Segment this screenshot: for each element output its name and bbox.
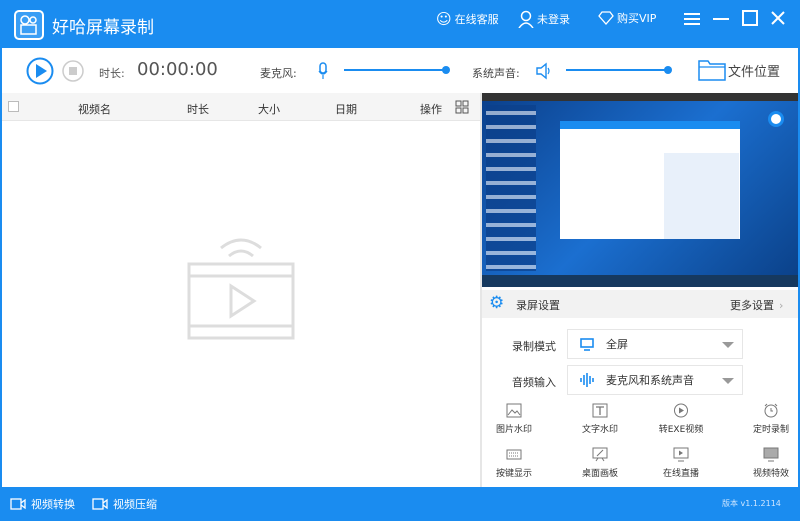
system-slider-handle[interactable] (664, 66, 672, 74)
chevron-down-icon (722, 342, 734, 348)
image-icon (506, 403, 522, 418)
version-label: 版本 v1.1.2114 (722, 499, 781, 508)
user-icon (518, 10, 534, 28)
minimize-icon[interactable] (713, 12, 729, 26)
settings-header: ⚙ 录屏设置 更多设置 › (482, 290, 798, 318)
menu-icon[interactable] (684, 12, 700, 26)
text-watermark-button[interactable]: 文字水印 (565, 403, 635, 435)
video-camera-icon (92, 498, 108, 510)
scheduled-record-button[interactable]: 定时录制 (736, 403, 800, 435)
convert-exe-button[interactable]: 转EXE视频 (646, 403, 716, 435)
system-volume-slider[interactable] (566, 66, 672, 74)
column-actions: 操作 (420, 103, 442, 116)
online-service-button[interactable]: ☺ 在线客服 (436, 10, 499, 28)
screen-preview (482, 93, 798, 287)
close-icon[interactable] (771, 11, 785, 25)
diamond-icon (598, 11, 614, 25)
mic-volume-slider[interactable] (344, 66, 450, 74)
mic-slider-handle[interactable] (442, 66, 450, 74)
monitor-icon (580, 337, 594, 351)
empty-video-icon (187, 238, 295, 340)
select-all-checkbox[interactable] (8, 101, 19, 112)
title-bar: 好哈屏幕录制 ☺ 在线客服 未登录 购买VIP (0, 0, 800, 48)
file-location-button[interactable]: 文件位置 (698, 58, 780, 82)
keyboard-icon (506, 449, 522, 460)
duration-label: 时长: (99, 67, 125, 80)
video-camera-icon (10, 498, 26, 510)
video-compress-button[interactable]: 视频压缩 (92, 496, 157, 512)
more-settings-link[interactable]: 更多设置 › (730, 297, 783, 313)
alarm-clock-icon (764, 403, 778, 418)
key-display-button[interactable]: 按键显示 (479, 447, 549, 479)
live-stream-button[interactable]: 在线直播 (646, 447, 716, 479)
column-date[interactable]: 日期 (335, 101, 357, 117)
buy-vip-button[interactable]: 购买VIP (598, 10, 656, 26)
mic-label: 麦克风: (260, 67, 297, 80)
record-mode-dropdown[interactable]: 全屏 (567, 329, 743, 359)
main-panel: 时长: 00:00:00 麦克风: 系统声音: 文件位置 视频名 时长 大小 日… (2, 48, 798, 487)
column-duration[interactable]: 时长 (187, 101, 209, 117)
desktop-drawing-button[interactable]: 桌面画板 (565, 447, 635, 479)
audio-input-dropdown[interactable]: 麦克风和系统声音 (567, 365, 743, 395)
stop-button[interactable] (62, 60, 84, 82)
column-size[interactable]: 大小 (258, 101, 280, 117)
maximize-icon[interactable] (742, 10, 758, 26)
play-circle-icon (674, 403, 688, 418)
drawing-board-icon (592, 447, 608, 462)
video-effects-button[interactable]: 视频特效 (736, 447, 800, 479)
speaker-icon[interactable] (535, 62, 551, 80)
text-icon (592, 403, 608, 418)
chevron-down-icon (722, 378, 734, 384)
audio-input-label: 音频输入 (512, 376, 556, 389)
microphone-icon[interactable] (318, 62, 328, 80)
video-convert-button[interactable]: 视频转换 (10, 496, 75, 512)
app-logo (14, 10, 44, 40)
chevron-right-icon: › (779, 299, 784, 312)
video-effects-icon (763, 447, 779, 462)
bottom-bar: 视频转换 视频压缩 版本 v1.1.2114 (0, 487, 800, 521)
grid-view-icon[interactable] (455, 100, 469, 114)
record-play-button[interactable] (26, 57, 54, 85)
settings-title: 录屏设置 (516, 299, 560, 312)
column-name[interactable]: 视频名 (78, 101, 111, 117)
record-mode-label: 录制模式 (512, 340, 556, 353)
gear-icon: ⚙ (489, 293, 505, 313)
login-button[interactable]: 未登录 (518, 10, 570, 28)
tv-play-icon (673, 447, 689, 462)
app-title: 好哈屏幕录制 (52, 18, 154, 38)
folder-icon (698, 60, 726, 81)
audio-wave-icon (580, 373, 594, 387)
duration-value: 00:00:00 (137, 59, 218, 80)
image-watermark-button[interactable]: 图片水印 (479, 403, 549, 435)
system-sound-label: 系统声音: (472, 67, 520, 80)
headset-icon: ☺ (436, 10, 452, 28)
video-list-header: 视频名 时长 大小 日期 操作 (2, 93, 480, 121)
